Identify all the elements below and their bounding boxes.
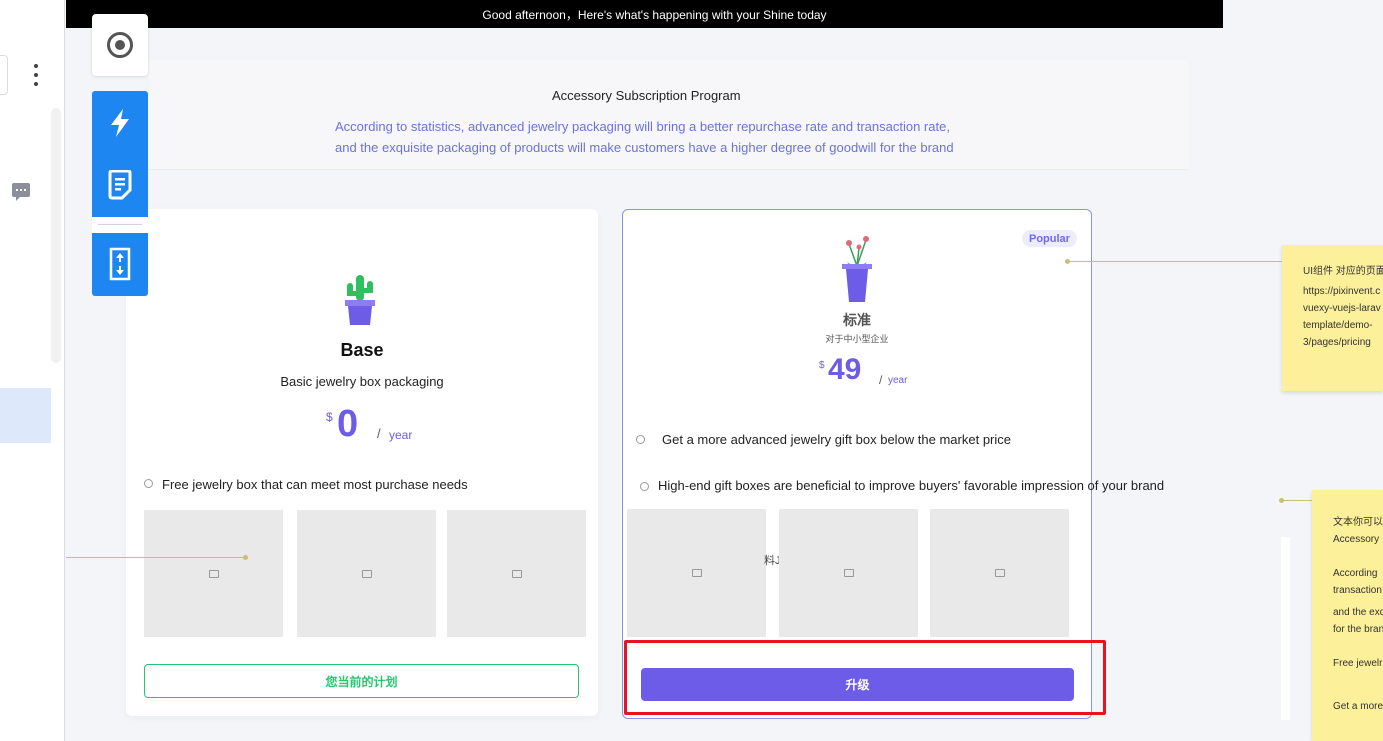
note-line: 文本你可以 <box>1333 517 1383 528</box>
subtitle-line-1: According to statistics, advanced jewelr… <box>335 119 950 134</box>
note-line: UI组件 对应的页面 <box>1303 266 1383 277</box>
feature-item: Free jewelry box that can meet most purc… <box>162 477 468 492</box>
greeting-bar: Good afternoon，Here's what's happening w… <box>66 0 1223 28</box>
product-image-placeholder <box>930 509 1069 637</box>
price-currency: $ <box>819 360 825 371</box>
note-line: transaction <box>1333 585 1382 596</box>
target-icon <box>107 32 133 58</box>
feature-bullet <box>640 482 649 491</box>
note-line <box>1333 548 1383 565</box>
cactus-illustration <box>345 275 375 325</box>
connector-dot <box>1279 498 1284 503</box>
connector-line <box>1068 261 1290 262</box>
price-value: 0 <box>337 403 359 445</box>
page-title: Accessory Subscription Program <box>552 88 741 103</box>
panel-scrollbar[interactable] <box>51 108 61 363</box>
canvas-edge-strip <box>1281 537 1290 720</box>
note-line <box>1333 638 1383 655</box>
highlight-box <box>624 640 1106 715</box>
floating-toolbar <box>92 91 148 296</box>
note-line: 3/pages/pricing <box>1303 337 1371 348</box>
selected-panel-item[interactable] <box>0 388 51 443</box>
page-subtitle: According to statistics, advanced jewelr… <box>335 116 955 158</box>
sticky-note-text[interactable]: 文本你可以 Accessory According transaction an… <box>1312 490 1383 741</box>
note-line: Free jewelr <box>1333 658 1383 669</box>
scroll-vertical-icon <box>109 247 131 281</box>
product-image-placeholder <box>297 510 436 637</box>
plan-description: 对于中小型企业 <box>825 334 889 344</box>
note-line: template/demo- <box>1303 320 1373 331</box>
connector-dot <box>243 555 248 560</box>
more-options-icon[interactable] <box>25 58 47 92</box>
subtitle-line-2: and the exquisite packaging of products … <box>335 140 954 155</box>
price-period: year <box>389 428 413 442</box>
left-panel <box>0 0 65 741</box>
price-separator: / <box>879 373 883 387</box>
product-image-placeholder <box>447 510 586 637</box>
pricing-card-base: Base Basic jewelry box packaging $ 0 / y… <box>126 209 598 716</box>
note-line: According <box>1333 568 1378 579</box>
price-currency: $ <box>326 410 333 424</box>
scroll-tool-button[interactable] <box>92 241 148 287</box>
plan-name: Base <box>340 340 384 360</box>
note-line: Get a more <box>1333 701 1383 712</box>
connector-line <box>66 557 246 558</box>
connector-dot <box>1065 259 1070 264</box>
price-period: year <box>888 375 908 386</box>
price-separator: / <box>377 426 381 441</box>
lightning-tool-button[interactable] <box>92 101 148 145</box>
note-line: https://pixinvent.c <box>1303 286 1381 297</box>
popular-badge: Popular <box>1022 230 1077 247</box>
feature-bullet <box>636 435 645 444</box>
feature-bullet <box>144 479 153 488</box>
sticky-note-reference[interactable]: UI组件 对应的页面 https://pixinvent.c vuexy-vue… <box>1282 245 1383 391</box>
panel-input-edge[interactable] <box>0 55 8 95</box>
greeting-text: Good afternoon，Here's what's happening w… <box>482 7 827 22</box>
plan-description: Basic jewelry box packaging <box>280 374 444 389</box>
feature-item: Get a more advanced jewelry gift box bel… <box>662 432 1012 447</box>
product-image-placeholder <box>627 509 766 637</box>
target-tool-button[interactable] <box>92 14 148 76</box>
product-image-placeholder <box>779 509 918 637</box>
price-value: 49 <box>828 353 862 386</box>
flower-vase-illustration <box>842 236 872 302</box>
note-line: vuexy-vuejs-larav <box>1303 303 1381 314</box>
document-tool-button[interactable] <box>92 163 148 207</box>
lightning-icon <box>111 109 129 137</box>
product-image-placeholder <box>144 510 283 637</box>
note-line: Accessory <box>1333 534 1380 545</box>
feature-item: High-end gift boxes are beneficial to im… <box>658 478 1165 493</box>
design-canvas: Good afternoon，Here's what's happening w… <box>66 0 1290 741</box>
plan-name: 标准 <box>843 313 871 329</box>
toolbar-divider <box>92 217 148 233</box>
note-line: and the exq <box>1333 607 1383 618</box>
comment-icon[interactable] <box>12 183 30 201</box>
note-line <box>1333 672 1383 698</box>
document-icon <box>108 170 132 200</box>
note-line: for the bran <box>1333 624 1383 635</box>
current-plan-button[interactable]: 您当前的计划 <box>144 664 579 698</box>
